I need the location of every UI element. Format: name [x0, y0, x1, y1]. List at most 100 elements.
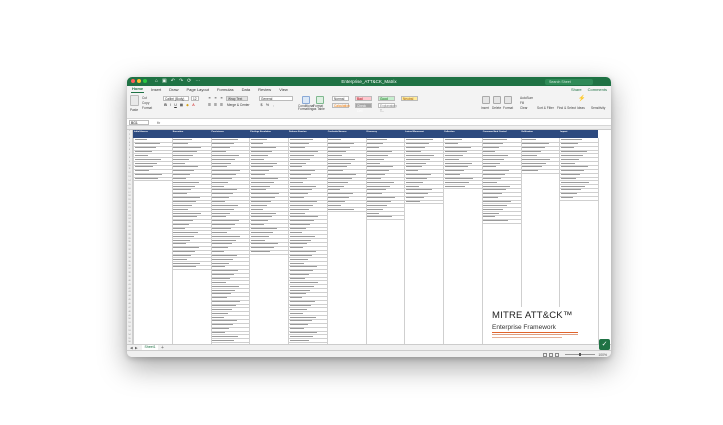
technique-cell[interactable] [173, 227, 186, 229]
technique-cell[interactable] [560, 177, 576, 179]
technique-cell[interactable] [212, 204, 238, 206]
technique-cell[interactable] [328, 154, 343, 156]
technique-cell[interactable] [289, 208, 309, 210]
technique-cell[interactable] [173, 162, 186, 164]
technique-cell[interactable] [289, 201, 317, 202]
technique-cell[interactable] [560, 139, 582, 141]
technique-cell[interactable] [173, 235, 195, 237]
tactic-header[interactable]: Initial Access [133, 130, 172, 138]
technique-cell[interactable] [250, 185, 270, 187]
technique-cell[interactable] [405, 170, 418, 172]
technique-cell[interactable] [289, 339, 309, 341]
technique-cell[interactable] [250, 158, 264, 160]
technique-cell[interactable] [250, 247, 274, 249]
technique-cell[interactable] [212, 308, 232, 310]
technique-cell[interactable] [289, 143, 309, 145]
check-badge-icon[interactable]: ✓ [599, 339, 610, 350]
technique-cell[interactable] [289, 235, 315, 237]
technique-cell[interactable] [405, 139, 433, 141]
technique-cell[interactable] [328, 147, 351, 149]
technique-cell[interactable] [212, 285, 239, 287]
technique-cell[interactable] [405, 150, 421, 152]
technique-cell[interactable] [212, 227, 231, 229]
technique-cell[interactable] [328, 208, 355, 210]
technique-cell[interactable] [250, 189, 266, 191]
technique-cell[interactable] [367, 197, 395, 199]
technique-cell[interactable] [250, 193, 279, 195]
technique-cell[interactable] [328, 189, 341, 191]
technique-cell[interactable] [367, 216, 392, 218]
technique-cell[interactable] [212, 301, 240, 303]
technique-cell[interactable] [367, 193, 382, 195]
technique-cell[interactable] [289, 147, 305, 149]
align-middle-icon[interactable]: ≡ [213, 96, 218, 101]
technique-cell[interactable] [173, 139, 193, 141]
technique-cell[interactable] [212, 212, 230, 214]
technique-cell[interactable] [289, 297, 302, 299]
technique-cell[interactable] [212, 197, 229, 199]
technique-cell[interactable] [483, 201, 512, 202]
technique-cell[interactable] [250, 147, 276, 149]
technique-cell[interactable] [289, 320, 312, 322]
conditional-formatting-icon[interactable] [302, 96, 310, 104]
technique-cell[interactable] [483, 166, 497, 168]
next-sheet-button[interactable]: ▶ [135, 346, 138, 350]
tactic-header[interactable]: Impact [559, 130, 598, 138]
technique-cell[interactable] [250, 162, 277, 164]
technique-cell[interactable] [173, 247, 200, 249]
technique-cell[interactable] [405, 193, 428, 195]
technique-cell[interactable] [212, 328, 229, 330]
technique-cell[interactable] [405, 177, 427, 179]
format-painter-button[interactable]: Format [142, 106, 152, 110]
technique-cell[interactable] [250, 174, 265, 176]
technique-cell[interactable] [405, 158, 430, 160]
technique-cell[interactable] [134, 162, 157, 164]
technique-cell[interactable] [328, 174, 357, 176]
technique-cell[interactable] [173, 258, 188, 260]
cell-style-good[interactable]: Good [378, 96, 395, 101]
technique-cell[interactable] [405, 197, 424, 199]
technique-cell[interactable] [289, 308, 307, 310]
technique-cell[interactable] [212, 150, 226, 152]
technique-cell[interactable] [483, 147, 500, 149]
technique-cell[interactable] [328, 204, 342, 206]
technique-cell[interactable] [289, 224, 310, 226]
technique-cell[interactable] [328, 197, 350, 199]
technique-cell[interactable] [367, 177, 381, 179]
technique-cell[interactable] [289, 162, 306, 164]
technique-cell[interactable] [212, 220, 239, 222]
technique-cell[interactable] [367, 174, 385, 176]
technique-cell[interactable] [367, 201, 391, 202]
technique-cell[interactable] [212, 266, 225, 268]
tactic-header[interactable]: Privilege Escalation [249, 130, 288, 138]
technique-cell[interactable] [328, 185, 345, 187]
technique-cell[interactable] [289, 189, 312, 191]
technique-cell[interactable] [212, 335, 238, 337]
technique-cell[interactable] [173, 181, 200, 183]
clear-button[interactable]: Clear [520, 106, 528, 110]
technique-cell[interactable] [289, 274, 309, 276]
tactic-header[interactable]: Execution [172, 130, 211, 138]
technique-cell[interactable] [289, 281, 318, 283]
technique-cell[interactable] [289, 328, 304, 330]
technique-cell[interactable] [212, 235, 240, 237]
technique-cell[interactable] [405, 166, 422, 168]
technique-cell[interactable] [212, 154, 239, 156]
technique-cell[interactable] [173, 201, 197, 202]
tactic-header[interactable]: Collection [443, 130, 482, 138]
technique-cell[interactable] [212, 254, 237, 256]
technique-cell[interactable] [444, 154, 463, 156]
technique-cell[interactable] [289, 293, 306, 295]
technique-cell[interactable] [250, 235, 269, 237]
technique-cell[interactable] [289, 177, 307, 179]
technique-cell[interactable] [212, 143, 234, 145]
technique-cell[interactable] [134, 150, 152, 152]
tactic-header[interactable]: Command And Control [482, 130, 521, 138]
cell-style-explanatory-t-[interactable]: Explanatory T... [378, 103, 397, 113]
wrap-text-button[interactable]: Wrap Text [226, 96, 248, 101]
technique-cell[interactable] [405, 185, 419, 187]
technique-cell[interactable] [444, 158, 459, 160]
technique-cell[interactable] [173, 177, 187, 179]
find-select-button[interactable]: Find & Select [557, 106, 576, 110]
technique-cell[interactable] [522, 162, 546, 164]
